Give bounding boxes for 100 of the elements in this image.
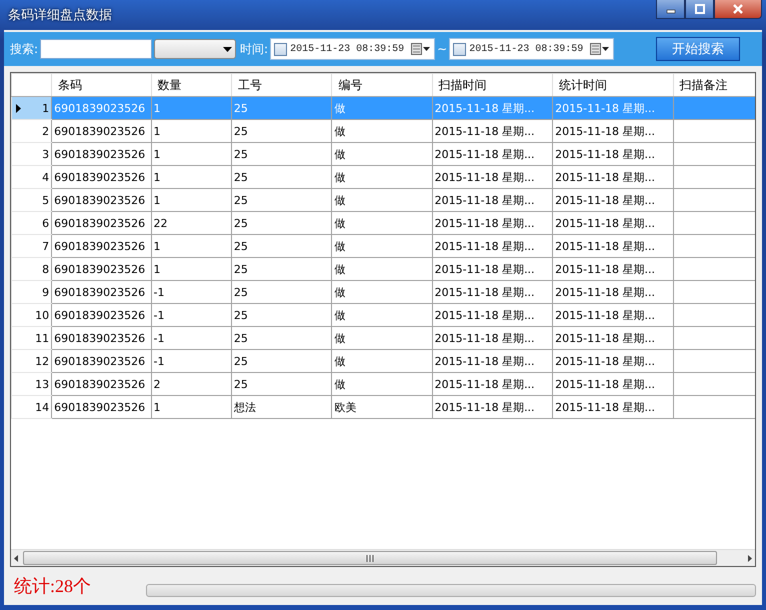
table-cell: 2015-11-18 星期...: [555, 262, 656, 276]
minimize-button[interactable]: [656, 0, 685, 19]
table-cell: 2015-11-18 星期...: [555, 124, 656, 138]
table-cell: 2015-11-18 星期...: [555, 170, 656, 184]
row-number: 3: [42, 148, 50, 160]
maximize-button[interactable]: [685, 0, 714, 19]
row-number: 4: [42, 170, 50, 184]
table-cell: 做: [334, 332, 346, 344]
close-icon: [732, 4, 744, 14]
table-cell: -1: [154, 332, 165, 345]
row-number: 14: [35, 400, 50, 414]
table-row[interactable]: 11 6901839023526 -1 25 做 2015-11-18 星期... 2015-11-18 星期...: [12, 326, 755, 350]
column-header[interactable]: 统计时间: [552, 74, 674, 96]
table-cell: 1: [154, 401, 161, 414]
table-cell: 2015-11-18 星期...: [434, 170, 535, 184]
table-cell: 1: [154, 263, 161, 276]
search-label: 搜索:: [10, 40, 38, 58]
calendar-icon[interactable]: [411, 43, 432, 55]
table-cell: 6901839023526: [54, 194, 146, 207]
table-cell: 2015-11-18 星期...: [555, 148, 656, 160]
filter-dropdown[interactable]: [154, 39, 236, 59]
table-cell: 做: [334, 148, 346, 160]
table-cell: 2015-11-18 星期...: [555, 332, 656, 344]
table-cell: 2015-11-18 星期...: [434, 308, 535, 322]
table-cell: 2015-11-18 星期...: [555, 308, 656, 322]
table-cell: -1: [154, 309, 165, 322]
table-cell: 6901839023526: [54, 171, 146, 184]
table-cell: 1: [154, 240, 161, 253]
grip-icon: [366, 554, 374, 562]
table-cell: 22: [154, 217, 168, 230]
horizontal-scrollbar[interactable]: [11, 549, 755, 566]
column-header[interactable]: 编号: [332, 74, 432, 96]
table-cell: 2015-11-18 星期...: [555, 102, 656, 114]
table-cell: 2015-11-18 星期...: [555, 400, 656, 414]
table-cell: 1: [154, 194, 161, 207]
table-cell: 2015-11-18 星期...: [555, 378, 656, 390]
table-cell: 25: [234, 355, 248, 368]
table-row[interactable]: 14 6901839023526 1 想法 欧美 2015-11-18 星期... 2015-11-18 星期...: [12, 396, 755, 418]
search-field[interactable]: [40, 39, 152, 59]
table-cell: 2: [154, 378, 161, 391]
table-cell: 2015-11-18 星期...: [434, 400, 535, 414]
table-cell: 6901839023526: [54, 263, 146, 276]
date-checkbox[interactable]: [274, 42, 288, 56]
table-row[interactable]: 6 6901839023526 22 25 做 2015-11-18 星期... 2015-11-18 星期...: [12, 212, 755, 234]
table-row[interactable]: 13 6901839023526 2 25 做 2015-11-18 星期... 2015-11-18 星期...: [12, 372, 755, 396]
table-cell: 25: [234, 148, 248, 161]
table-row[interactable]: 1 6901839023526 1 25 做 2015-11-18 星期... 2015-11-18 星期...: [12, 96, 755, 120]
column-header[interactable]: 工号: [231, 74, 332, 96]
table-cell: 2015-11-18 星期...: [555, 216, 656, 230]
table-cell: 6901839023526: [54, 240, 146, 253]
date-picker[interactable]: 2015-11-23 08:39:59: [270, 38, 436, 60]
table-cell: 2015-11-18 星期...: [555, 240, 656, 252]
table-row[interactable]: 12 6901839023526 -1 25 做 2015-11-18 星期... 2015-11-18 星期...: [12, 350, 755, 372]
table-cell: 6901839023526: [54, 401, 146, 414]
table-cell: 做: [334, 240, 346, 252]
table-row[interactable]: 4 6901839023526 1 25 做 2015-11-18 星期... 2015-11-18 星期...: [12, 166, 755, 188]
table-cell: 25: [234, 125, 248, 138]
table-row[interactable]: 9 6901839023526 -1 25 做 2015-11-18 星期... 2015-11-18 星期...: [12, 280, 755, 304]
calendar-icon[interactable]: [590, 43, 610, 55]
table-row[interactable]: 2 6901839023526 1 25 做 2015-11-18 星期... 2015-11-18 星期...: [12, 120, 755, 142]
table-row[interactable]: 5 6901839023526 1 25 做 2015-11-18 星期... 2015-11-18 星期...: [12, 188, 755, 212]
caret-icon: [223, 46, 232, 52]
row-number: 13: [35, 378, 50, 390]
table-row[interactable]: 3 6901839023526 1 25 做 2015-11-18 星期... 2015-11-18 星期...: [12, 142, 755, 166]
table-cell: 2015-11-18 星期...: [434, 124, 535, 138]
table-cell: 2015-11-18 星期...: [555, 286, 656, 298]
table-cell: 25: [234, 309, 248, 322]
table-row[interactable]: 8 6901839023526 1 25 做 2015-11-18 星期... 2015-11-18 星期...: [12, 258, 755, 280]
column-header[interactable]: 扫描时间: [432, 74, 553, 96]
date-checkbox[interactable]: [453, 42, 466, 56]
total-count: 统计:28个: [13, 575, 92, 598]
row-number: 11: [35, 332, 50, 344]
table-cell: 2015-11-18 星期...: [434, 286, 535, 298]
table-cell: 6901839023526: [54, 217, 146, 230]
table-cell: 6901839023526: [54, 148, 146, 161]
table-row[interactable]: 10 6901839023526 -1 25 做 2015-11-18 星期... 2015-11-18 星期...: [12, 304, 755, 326]
current-row-icon: [16, 104, 21, 112]
maximize-icon: [694, 4, 706, 14]
scrollbar-thumb[interactable]: [23, 551, 717, 565]
row-number: 7: [42, 240, 50, 252]
table-cell: 6901839023526: [54, 309, 146, 322]
table-row[interactable]: 7 6901839023526 1 25 做 2015-11-18 星期... 2015-11-18 星期...: [12, 234, 755, 258]
row-number: 6: [42, 216, 50, 230]
date-picker[interactable]: 2015-11-23 08:39:59: [449, 38, 614, 60]
table-cell: 做: [334, 354, 346, 368]
column-header[interactable]: 条码: [52, 74, 152, 96]
table-cell: 2015-11-18 星期...: [434, 262, 535, 276]
table-cell: 2015-11-18 星期...: [555, 194, 656, 206]
table-cell: 做: [334, 102, 346, 114]
row-number: 10: [35, 308, 50, 322]
table-cell: 1: [154, 125, 161, 138]
close-button[interactable]: [714, 0, 762, 19]
column-header[interactable]: 扫描备注: [673, 74, 755, 96]
table-cell: 1: [154, 148, 161, 161]
table-cell: 2015-11-18 星期...: [434, 216, 535, 230]
table-cell: 6901839023526: [54, 332, 146, 345]
table-cell: 6901839023526: [54, 355, 146, 368]
range-separator: ~: [437, 42, 448, 56]
column-header[interactable]: 数量: [151, 74, 232, 96]
table-cell: 1: [154, 102, 161, 115]
